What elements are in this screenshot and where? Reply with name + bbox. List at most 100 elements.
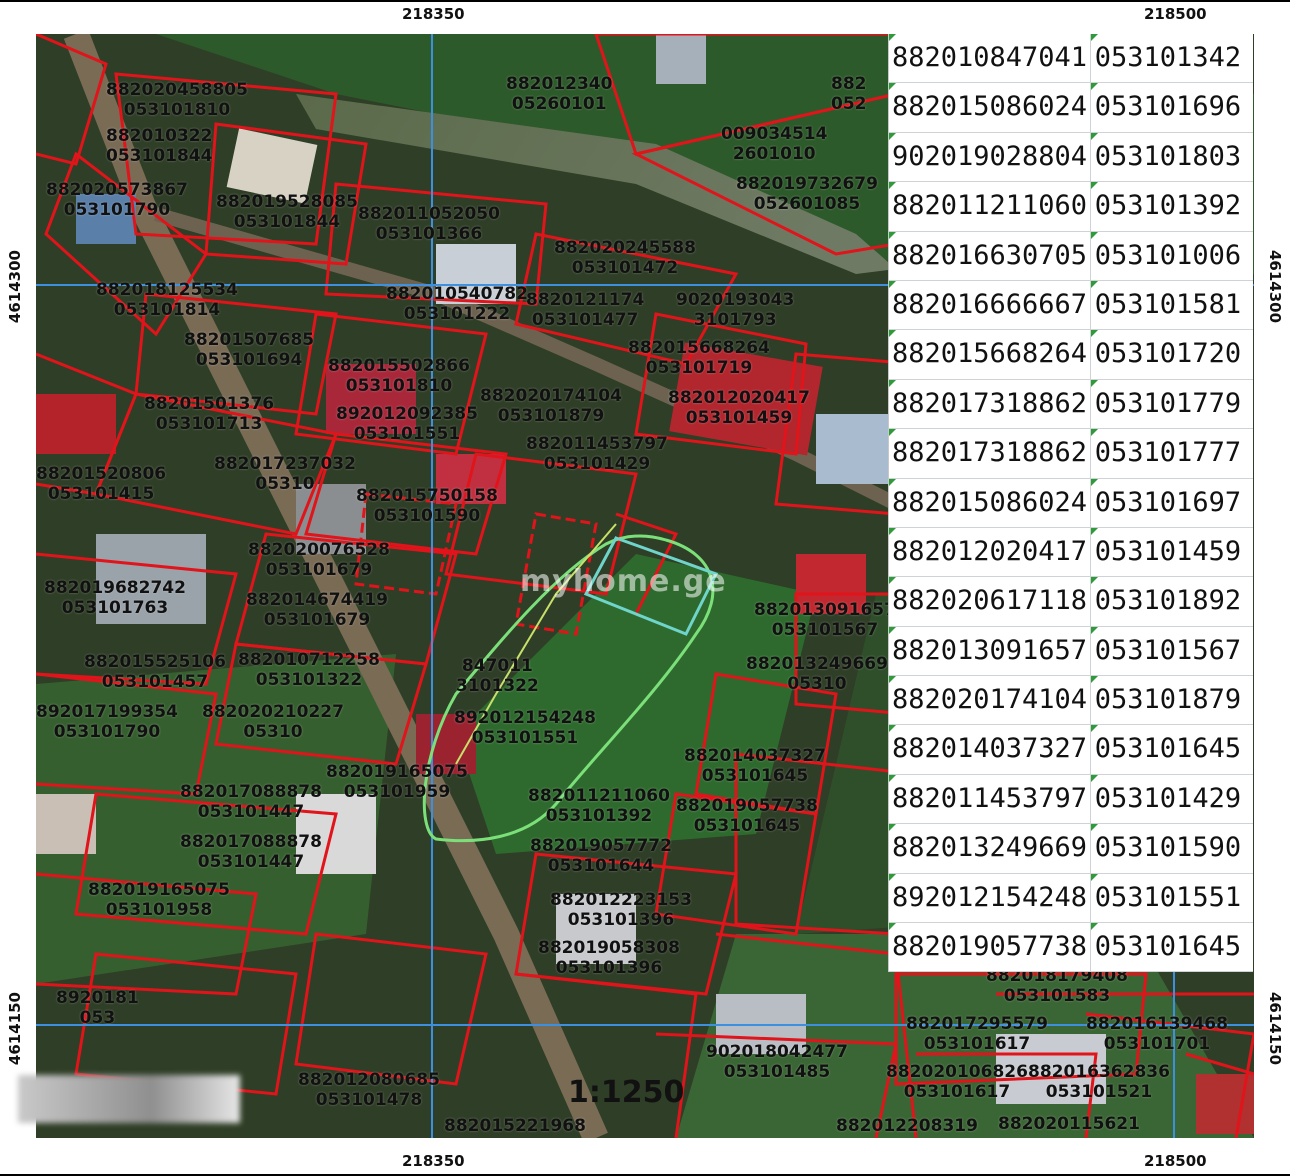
parcel-label: 882019165075 053101958	[88, 880, 230, 920]
table-row: 882017318862 053101777	[889, 429, 1253, 479]
table-row: 882010847041 053101342	[889, 34, 1253, 84]
parcel-number: 053101583	[1003, 986, 1111, 1006]
parcel-number: 052	[831, 94, 867, 114]
parcel-cadastral-code: 882012340	[506, 74, 613, 94]
parcel-number-cell: 053101006	[1090, 231, 1253, 280]
cell-marker-icon	[889, 330, 896, 338]
cell-marker-icon	[1090, 676, 1098, 684]
parcel-cadastral-code: 88201507685	[184, 330, 315, 350]
cell-marker-icon	[1090, 774, 1098, 782]
parcel-cadastral-code: 882019057772	[530, 836, 672, 856]
parcel-number: 053101763	[61, 598, 169, 618]
cadastral-code-cell: 882013249669	[889, 824, 1091, 873]
parcel-cadastral-code: 882020210227	[202, 702, 344, 722]
cell-marker-icon	[889, 676, 896, 684]
parcel-label: 009034514 2601010	[721, 124, 827, 164]
parcel-label: 882020458805 053101810	[106, 80, 248, 120]
parcel-cadastral-code: 882016362836	[1028, 1062, 1170, 1082]
parcel-cadastral-code: 847011	[461, 656, 533, 676]
parcel-label: 882012080685 053101478	[298, 1070, 440, 1110]
parcel-cadastral-code: 882019165075	[88, 880, 230, 900]
cell-marker-icon	[889, 231, 896, 239]
parcel-number: 053101879	[497, 406, 605, 426]
parcel-label: 882015502866 053101810	[328, 356, 470, 396]
parcel-number-cell: 053101590	[1090, 824, 1253, 872]
parcel-number: 053101551	[353, 424, 461, 444]
cadastral-code-cell: 882015086024	[889, 83, 1091, 132]
parcel-number-cell: 053101392	[1090, 182, 1253, 230]
parcel-number: 053101447	[197, 852, 305, 872]
parcel-label: 88201501376 053101713	[144, 394, 274, 434]
parcel-label: 882012020417 053101459	[668, 388, 810, 428]
parcel-number: 053101485	[723, 1062, 831, 1082]
parcel-label: 882017295579 053101617	[906, 1014, 1048, 1054]
cadastral-code-cell: 882010847041	[889, 34, 1091, 83]
frame-top-line	[0, 0, 1290, 2]
parcel-cadastral-code: 882012208319	[836, 1116, 978, 1136]
parcel-number: 053101478	[315, 1090, 423, 1110]
parcel-cadastral-code: 882012080685	[298, 1070, 440, 1090]
parcel-number: 053101644	[547, 856, 655, 876]
cadastral-code-cell: 882017318862	[889, 429, 1091, 478]
cadastral-code-cell: 882020617118	[889, 577, 1091, 626]
parcel-label: 882011453797 053101429	[526, 434, 668, 474]
parcel-cadastral-code: 882013249669	[746, 654, 888, 674]
parcel-number: 053101645	[701, 766, 809, 786]
parcel-cadastral-code: 882015221968	[444, 1116, 586, 1136]
parcel-cadastral-code: 882010712258	[238, 650, 380, 670]
table-row: 882014037327 053101645	[889, 725, 1253, 775]
cell-marker-icon	[889, 478, 896, 486]
parcel-cadastral-code: 8820121174	[526, 290, 645, 310]
parcel-label: 892012154248 053101551	[454, 708, 596, 748]
parcel-number-cell: 053101645	[1090, 725, 1253, 773]
cell-marker-icon	[1090, 132, 1098, 140]
cadastral-code-cell: 882011453797	[889, 774, 1091, 824]
scale-label: 1:1250	[568, 1075, 685, 1110]
parcel-number-cell: 053101459	[1090, 527, 1253, 576]
parcel-label: 882012340 05260101	[506, 74, 612, 114]
parcel-label: 88201507685 053101694	[184, 330, 314, 370]
parcel-number-cell: 053101645	[1090, 923, 1253, 971]
parcel-label: 882010540782 053101222	[386, 284, 528, 324]
cell-marker-icon	[1090, 379, 1098, 387]
parcel-cadastral-code: 882011211060	[528, 786, 670, 806]
parcel-number: 053101694	[195, 350, 303, 370]
parcel-label: 9020193043 3101793	[676, 290, 794, 330]
parcel-cadastral-code: 882020076528	[248, 540, 390, 560]
cell-marker-icon	[1090, 34, 1098, 41]
cell-marker-icon	[889, 824, 896, 832]
parcel-label: 882012223153 053101396	[550, 890, 692, 930]
parcel-number: 053	[79, 1008, 116, 1028]
parcel-label: 882019058308 053101396	[538, 938, 680, 978]
cadastral-table: 882010847041 053101342 882015086024 0531016…	[888, 34, 1253, 973]
parcel-label: 847011 3101322	[456, 656, 539, 696]
cell-marker-icon	[889, 923, 896, 931]
parcel-label: 882016139468 053101701	[1086, 1014, 1228, 1054]
cell-marker-icon	[889, 280, 896, 288]
cadastral-code-cell: 882020174104	[889, 676, 1091, 725]
parcel-cadastral-code: 88201520806	[36, 464, 167, 484]
parcel-label: 882020115621	[998, 1114, 1140, 1134]
table-row: 902019028804 053101803	[889, 132, 1253, 183]
parcel-number: 053101713	[155, 414, 263, 434]
parcel-cadastral-code: 882020106826	[886, 1062, 1028, 1082]
parcel-label: 882014674419 053101679	[246, 590, 388, 630]
parcel-number: 053101617	[903, 1082, 1011, 1102]
parcel-label: 882012208319	[836, 1116, 978, 1136]
cell-marker-icon	[1090, 478, 1098, 486]
watermark-text: myhome.ge	[520, 564, 727, 599]
parcel-label: 882011211060 053101392	[528, 786, 670, 826]
parcel-cadastral-code: 882015525106	[84, 652, 226, 672]
cell-marker-icon	[1090, 231, 1098, 239]
parcel-cadastral-code: 882020115621	[998, 1114, 1140, 1134]
parcel-cadastral-code: 882016139468	[1086, 1014, 1228, 1034]
parcel-number-cell: 053101696	[1090, 83, 1253, 131]
parcel-cadastral-code: 8920181	[56, 988, 139, 1008]
parcel-number: 05310	[243, 722, 303, 742]
parcel-number: 05260101	[511, 94, 607, 114]
table-row: 882015668264 053101720	[889, 330, 1253, 380]
parcel-cadastral-code: 882019528085	[216, 192, 358, 212]
cadastral-code-cell: 882012020417	[889, 527, 1091, 577]
parcel-number: 053101790	[53, 722, 161, 742]
parcel-number-cell: 053101697	[1090, 478, 1253, 527]
